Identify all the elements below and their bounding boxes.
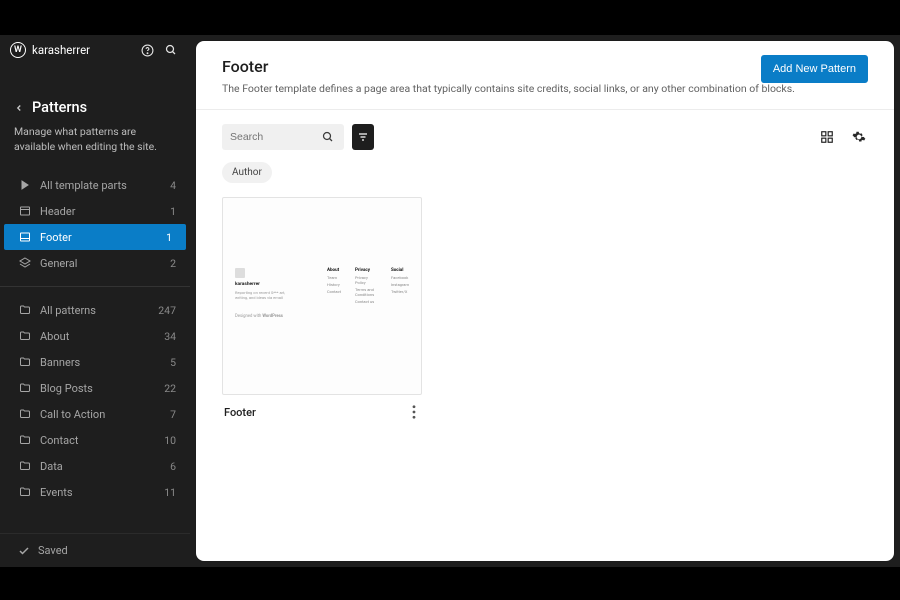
preview-logo-placeholder bbox=[235, 268, 245, 278]
preview-columns: AboutTeamHistoryContact PrivacyPrivacy P… bbox=[327, 268, 409, 304]
nav-item-events[interactable]: Events 11 bbox=[0, 479, 190, 505]
nav-item-header[interactable]: Header 1 bbox=[0, 198, 190, 224]
grid-view-icon[interactable] bbox=[818, 128, 836, 146]
preview-site-title: karasherrer bbox=[235, 282, 260, 287]
nav-item-data[interactable]: Data 6 bbox=[0, 453, 190, 479]
folder-icon bbox=[18, 329, 32, 343]
folder-icon bbox=[18, 381, 32, 395]
sidebar-description: Manage what patterns are available when … bbox=[0, 124, 190, 168]
search-icon bbox=[322, 131, 334, 143]
preview-tagline: Reporting on recent S*** art, writing, a… bbox=[235, 290, 299, 300]
nav-item-general[interactable]: General 2 bbox=[0, 250, 190, 276]
more-options-icon[interactable] bbox=[408, 405, 420, 419]
nav-label: General bbox=[40, 257, 170, 270]
nav-label: Footer bbox=[40, 231, 166, 244]
nav-label: Call to Action bbox=[40, 408, 170, 421]
pattern-categories-group: All patterns 247 About 34 Banners 5 Blog… bbox=[0, 293, 190, 509]
back-icon[interactable] bbox=[14, 103, 24, 113]
page-description: The Footer template defines a page area … bbox=[222, 82, 868, 95]
nav-count: 2 bbox=[170, 257, 176, 270]
nav-label: Banners bbox=[40, 356, 170, 369]
header-icon bbox=[18, 204, 32, 218]
filter-chips: Author bbox=[196, 160, 894, 191]
chip-author[interactable]: Author bbox=[222, 162, 272, 183]
nav-count: 5 bbox=[170, 356, 176, 369]
wordpress-logo-icon[interactable]: W bbox=[10, 42, 26, 58]
nav-item-call-to-action[interactable]: Call to Action 7 bbox=[0, 401, 190, 427]
pattern-card-title: Footer bbox=[224, 406, 256, 419]
nav-label: Blog Posts bbox=[40, 382, 164, 395]
main-header: Footer The Footer template defines a pag… bbox=[196, 41, 894, 110]
main-panel: Footer The Footer template defines a pag… bbox=[196, 41, 894, 561]
nav-label: Contact bbox=[40, 434, 164, 447]
nav-item-all-patterns[interactable]: All patterns 247 bbox=[0, 297, 190, 323]
nav-item-banners[interactable]: Banners 5 bbox=[0, 349, 190, 375]
folder-icon bbox=[18, 485, 32, 499]
nav-count: 34 bbox=[164, 330, 176, 343]
nav-label: Data bbox=[40, 460, 170, 473]
footer-icon bbox=[18, 230, 32, 244]
preview-credit: Designed with WordPress bbox=[235, 314, 283, 319]
add-new-pattern-button[interactable]: Add New Pattern bbox=[761, 55, 868, 83]
nav-label: All template parts bbox=[40, 179, 170, 192]
nav-count: 22 bbox=[164, 382, 176, 395]
search-input[interactable] bbox=[230, 131, 322, 143]
settings-icon[interactable] bbox=[850, 128, 868, 146]
folder-icon bbox=[18, 433, 32, 447]
folder-icon bbox=[18, 355, 32, 369]
grid-icon bbox=[18, 178, 32, 192]
layers-icon bbox=[18, 256, 32, 270]
folder-icon bbox=[18, 459, 32, 473]
nav-label: Events bbox=[40, 486, 164, 499]
nav-label: About bbox=[40, 330, 164, 343]
check-icon bbox=[18, 545, 30, 557]
filter-button[interactable] bbox=[352, 124, 374, 150]
nav-count: 6 bbox=[170, 460, 176, 473]
nav-count: 247 bbox=[158, 304, 176, 317]
search-icon[interactable] bbox=[162, 41, 180, 59]
template-parts-group: All template parts 4 Header 1 Footer 1 G… bbox=[0, 168, 190, 280]
nav-item-contact[interactable]: Contact 10 bbox=[0, 427, 190, 453]
topbar: W karasherrer bbox=[0, 35, 190, 65]
nav-item-blog-posts[interactable]: Blog Posts 22 bbox=[0, 375, 190, 401]
sidebar: W karasherrer Patterns Manage what patte… bbox=[0, 35, 190, 567]
nav-item-about[interactable]: About 34 bbox=[0, 323, 190, 349]
nav-item-all-template-parts[interactable]: All template parts 4 bbox=[0, 172, 190, 198]
toolbar bbox=[196, 110, 894, 160]
nav-count: 7 bbox=[170, 408, 176, 421]
pattern-card: karasherrer Reporting on recent S*** art… bbox=[222, 197, 422, 429]
pattern-preview[interactable]: karasherrer Reporting on recent S*** art… bbox=[222, 197, 422, 395]
pattern-grid: karasherrer Reporting on recent S*** art… bbox=[196, 191, 894, 435]
nav-item-footer[interactable]: Footer 1 bbox=[4, 224, 186, 250]
nav-count: 1 bbox=[166, 231, 172, 244]
sidebar-title: Patterns bbox=[32, 99, 87, 116]
search-box[interactable] bbox=[222, 124, 344, 150]
help-icon[interactable] bbox=[138, 41, 156, 59]
nav-count: 10 bbox=[164, 434, 176, 447]
nav-count: 4 bbox=[170, 179, 176, 192]
pattern-card-footer: Footer bbox=[222, 395, 422, 429]
site-name: karasherrer bbox=[32, 43, 132, 57]
folder-icon bbox=[18, 407, 32, 421]
saved-label: Saved bbox=[38, 544, 68, 557]
saved-status: Saved bbox=[0, 533, 190, 567]
nav-label: All patterns bbox=[40, 304, 158, 317]
nav-count: 1 bbox=[170, 205, 176, 218]
folder-icon bbox=[18, 303, 32, 317]
nav-label: Header bbox=[40, 205, 170, 218]
nav-count: 11 bbox=[164, 486, 176, 499]
